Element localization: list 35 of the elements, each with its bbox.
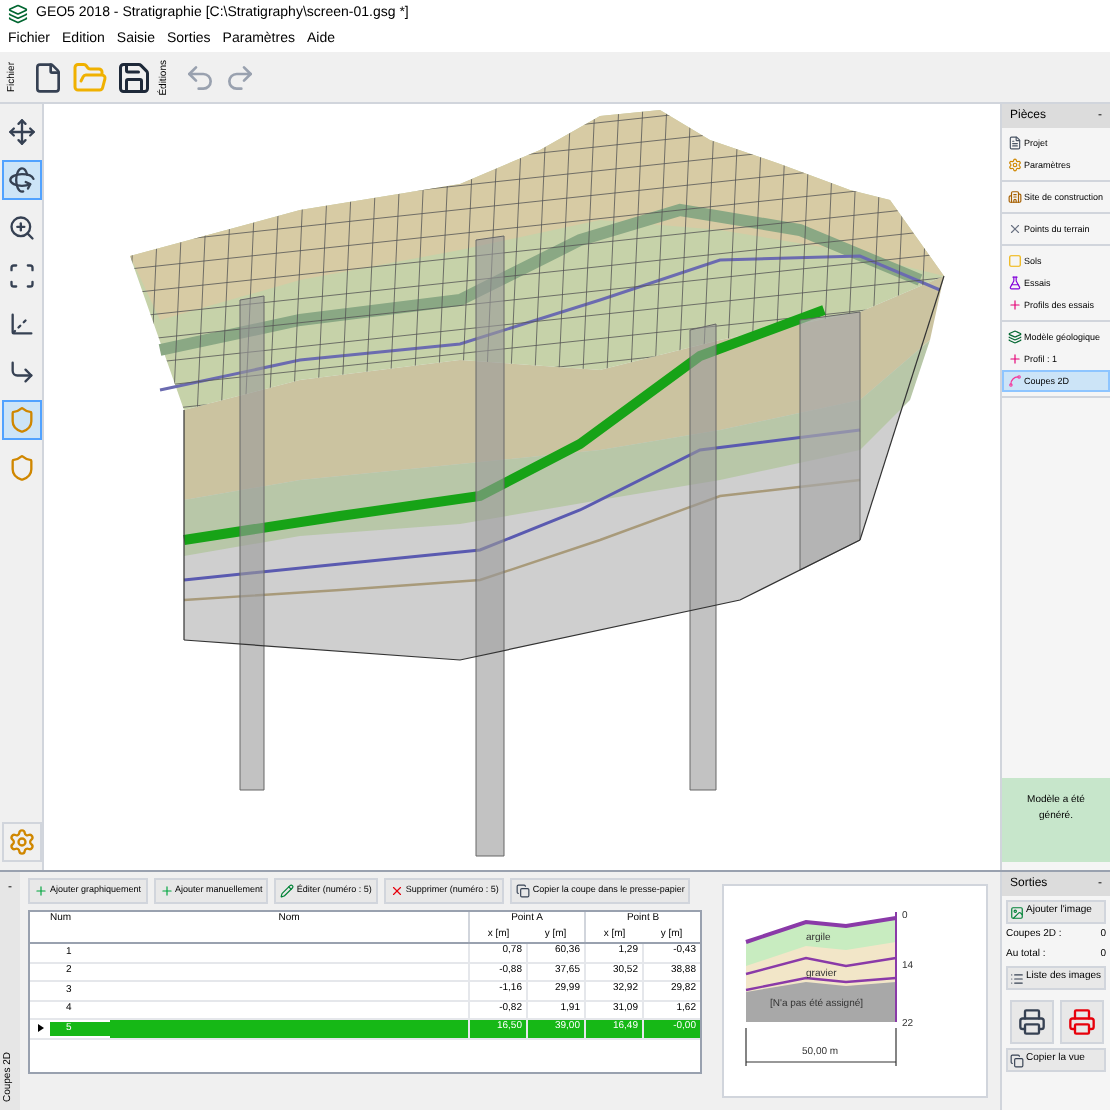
print-button[interactable]	[1009, 1000, 1053, 1044]
cross-icon	[1008, 222, 1022, 236]
image-icon	[1010, 905, 1024, 919]
printer-icon	[1067, 1008, 1095, 1036]
flask-icon	[1008, 276, 1022, 290]
row-pointer-icon	[37, 1024, 43, 1033]
view-tool-button[interactable]	[1, 160, 41, 200]
print-button[interactable]	[1059, 1000, 1103, 1044]
rotate-icon	[7, 166, 35, 194]
printer-icon	[1017, 1008, 1045, 1036]
shield-icon	[7, 406, 35, 434]
document-icon	[1008, 136, 1022, 150]
curve-icon	[1008, 374, 1022, 388]
new-file-icon[interactable]	[32, 59, 64, 95]
zoom-icon	[7, 214, 35, 242]
copy-icon	[1010, 1053, 1024, 1067]
fit-view-icon	[7, 262, 35, 290]
shield-icon	[7, 454, 35, 482]
list-icon	[1010, 971, 1024, 985]
square-icon	[1008, 254, 1022, 268]
layers-icon	[1008, 330, 1022, 344]
plus-icon	[159, 884, 174, 898]
settings-button[interactable]	[1, 822, 41, 862]
building-icon	[1008, 190, 1022, 204]
plus-icon	[34, 884, 48, 898]
app-icon	[8, 4, 28, 24]
close-icon	[389, 884, 404, 898]
move-icon	[7, 118, 35, 146]
pencil-icon	[280, 884, 295, 898]
save-icon[interactable]	[116, 59, 152, 95]
plus-icon	[1008, 298, 1022, 312]
gear-icon	[1008, 158, 1022, 172]
plus-icon	[1008, 352, 1022, 366]
gear-icon	[7, 828, 35, 856]
copy-icon	[516, 884, 531, 898]
